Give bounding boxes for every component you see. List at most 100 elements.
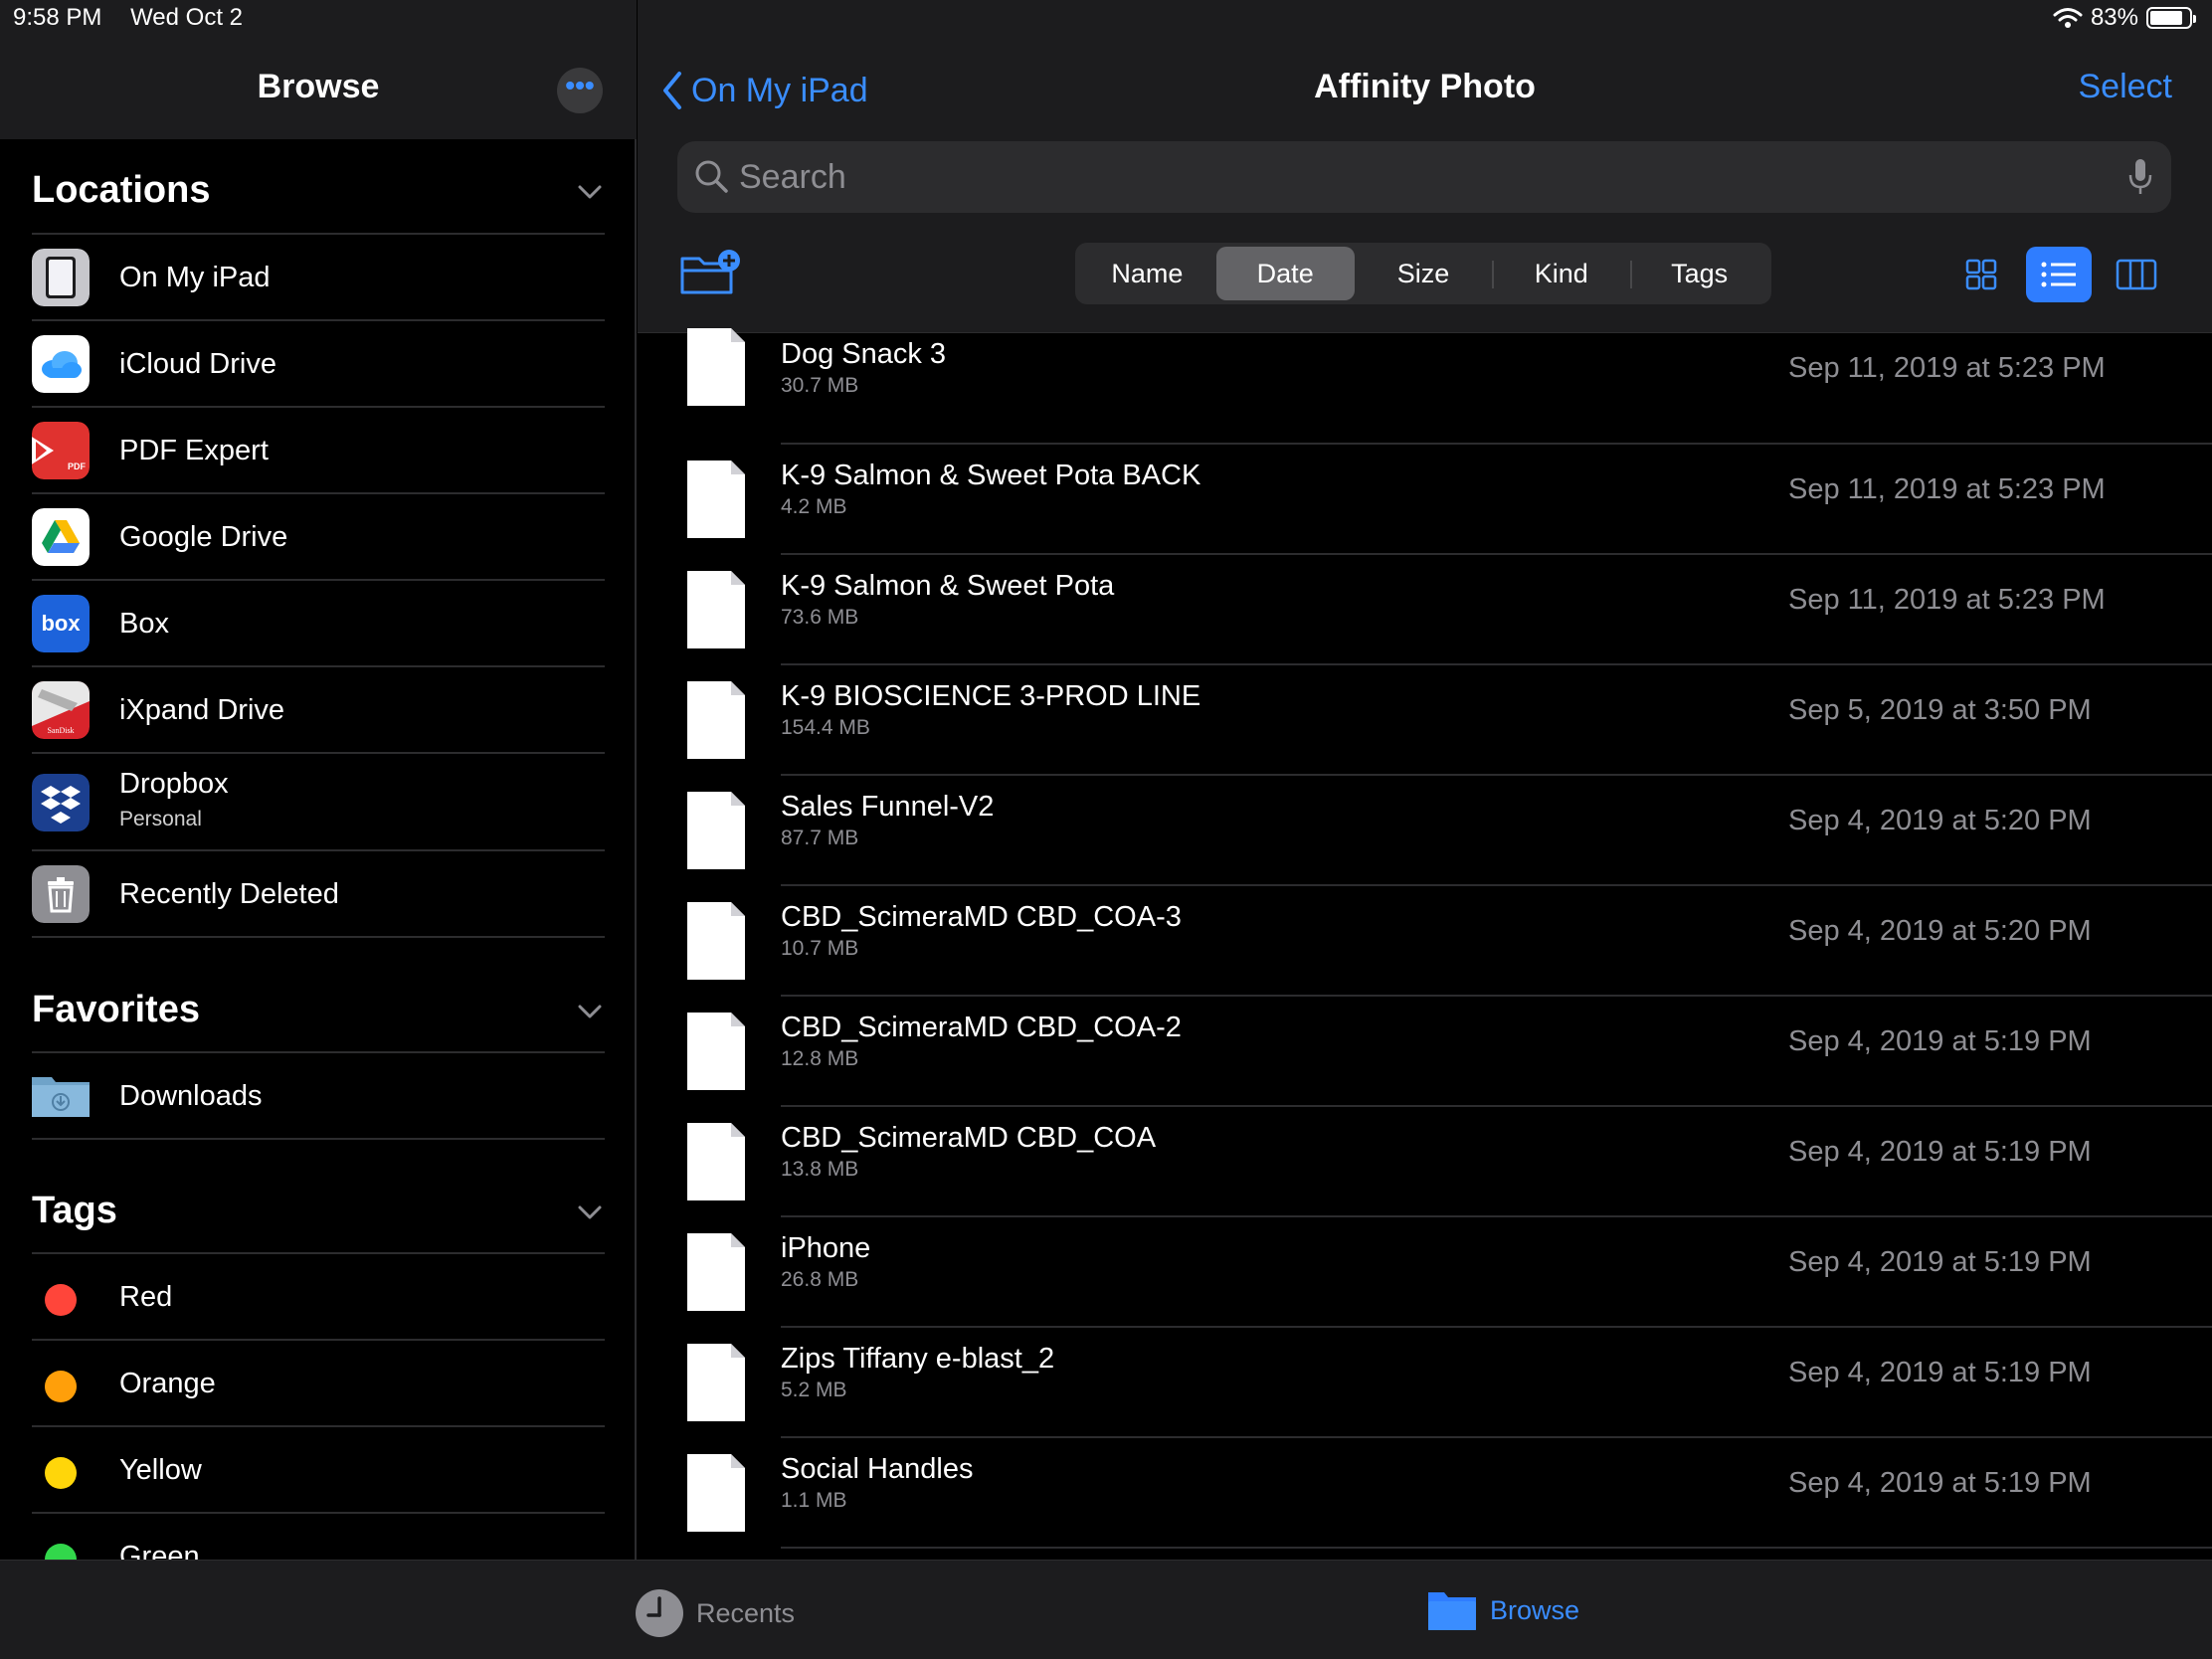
document-icon: [687, 1123, 745, 1200]
sidebar-item-ixpand-drive[interactable]: SanDisk iXpand Drive: [32, 667, 605, 754]
document-icon: [687, 571, 745, 648]
tab-recents[interactable]: Recents: [635, 1588, 795, 1638]
row-divider: [781, 1547, 2212, 1549]
icon-view-button[interactable]: [1948, 247, 2014, 302]
sidebar-item-label: Green: [119, 1541, 200, 1560]
battery-level: [2150, 11, 2182, 25]
file-date: Sep 4, 2019 at 5:19 PM: [1788, 1246, 2092, 1278]
green-tag-dot-icon: [45, 1544, 77, 1560]
select-button[interactable]: Select: [2079, 68, 2173, 106]
sidebar: Browse ••• Locations On My iPad iCloud D…: [0, 0, 637, 1560]
list-view-button[interactable]: [2026, 247, 2092, 302]
file-row[interactable]: Sales Funnel-V2 87.7 MB Sep 4, 2019 at 5:2…: [638, 776, 2212, 886]
file-row[interactable]: CBD_ScimeraMD CBD_COA-2 12.8 MB Sep 4, 201…: [638, 997, 2212, 1107]
file-size: 154.4 MB: [781, 716, 870, 739]
box-icon: box: [32, 595, 90, 652]
sidebar-item-google-drive[interactable]: Google Drive: [32, 494, 605, 581]
trash-icon: [32, 865, 90, 923]
search-icon: [695, 160, 728, 193]
favorites-collapse-chevron-icon[interactable]: [577, 999, 603, 1024]
sidebar-item-label: Yellow: [119, 1454, 202, 1486]
file-row[interactable]: Social Handles 1.1 MB Sep 4, 2019 at 5:19 …: [638, 1438, 2212, 1549]
search-input[interactable]: [737, 141, 2090, 213]
svg-text:PDF: PDF: [68, 461, 87, 471]
locations-section-title: Locations: [32, 169, 211, 211]
file-name: K-9 Salmon & Sweet Pota: [781, 570, 1115, 602]
file-date: Sep 4, 2019 at 5:20 PM: [1788, 915, 2092, 947]
sidebar-item-tag-green[interactable]: Green: [32, 1514, 605, 1560]
page-title: Affinity Photo: [1314, 68, 1536, 105]
sidebar-item-pdf-expert[interactable]: PDF PDF Expert: [32, 408, 605, 494]
svg-text:SanDisk: SanDisk: [47, 726, 74, 735]
sidebar-item-label: iXpand Drive: [119, 694, 285, 726]
file-date: Sep 5, 2019 at 3:50 PM: [1788, 694, 2092, 726]
file-name: K-9 BIOSCIENCE 3-PROD LINE: [781, 680, 1201, 712]
favorites-section-title: Favorites: [32, 989, 200, 1030]
new-folder-icon[interactable]: [679, 249, 741, 296]
file-size: 87.7 MB: [781, 827, 859, 849]
sort-by-tags-button[interactable]: Tags: [1630, 247, 1768, 300]
tab-recents-label: Recents: [696, 1597, 796, 1628]
search-bar[interactable]: [677, 141, 2171, 213]
file-date: Sep 11, 2019 at 5:23 PM: [1788, 473, 2106, 505]
file-name: iPhone: [781, 1232, 871, 1264]
sidebar-item-label: On My iPad: [119, 262, 271, 293]
sidebar-item-label: Downloads: [119, 1080, 263, 1112]
document-icon: [687, 328, 745, 406]
battery-percent: 83%: [2090, 4, 2138, 31]
file-size: 5.2 MB: [781, 1379, 847, 1401]
sidebar-item-sublabel: Personal: [119, 808, 202, 830]
file-row[interactable]: CBD_ScimeraMD CBD_COA 13.8 MB Sep 4, 2019 …: [638, 1107, 2212, 1217]
sidebar-item-on-my-ipad[interactable]: On My iPad: [32, 235, 605, 321]
file-row[interactable]: K-9 Salmon & Sweet Pota 73.6 MB Sep 11, 20…: [638, 555, 2212, 665]
more-options-button[interactable]: •••: [557, 68, 603, 113]
tab-browse[interactable]: Browse: [1426, 1588, 1579, 1632]
sidebar-item-downloads[interactable]: Downloads: [32, 1053, 605, 1140]
sort-segmented-control: Name Date Size Kind Tags: [1075, 243, 1771, 304]
sidebar-item-dropbox[interactable]: Dropbox Personal: [32, 754, 605, 851]
locations-collapse-chevron-icon[interactable]: [577, 179, 603, 205]
status-bar-left: 9:58 PM Wed Oct 2: [13, 4, 243, 32]
document-icon: [687, 1344, 745, 1421]
file-date: Sep 11, 2019 at 5:23 PM: [1788, 584, 2106, 616]
file-row[interactable]: iPhone 26.8 MB Sep 4, 2019 at 5:19 PM: [638, 1217, 2212, 1328]
file-row[interactable]: CBD_ScimeraMD CBD_COA-3 10.7 MB Sep 4, 201…: [638, 886, 2212, 997]
sidebar-item-tag-red[interactable]: Red: [32, 1254, 605, 1341]
sidebar-item-icloud-drive[interactable]: iCloud Drive: [32, 321, 605, 408]
tab-bar: Recents Browse: [0, 1560, 2212, 1659]
file-size: 1.1 MB: [781, 1489, 847, 1512]
tab-browse-label: Browse: [1490, 1594, 1580, 1625]
ixpand-icon: SanDisk: [32, 681, 90, 739]
sidebar-item-tag-orange[interactable]: Orange: [32, 1341, 605, 1427]
file-size: 26.8 MB: [781, 1268, 859, 1291]
status-bar-right: 83%: [2053, 4, 2196, 32]
file-row[interactable]: Dog Snack 3 30.7 MB Sep 11, 2019 at 5:23 P…: [638, 328, 2212, 445]
column-view-button[interactable]: [2104, 247, 2169, 302]
file-row[interactable]: K-9 BIOSCIENCE 3-PROD LINE 154.4 MB Sep 5,…: [638, 665, 2212, 776]
grid-icon: [1965, 259, 1997, 290]
sort-by-kind-button[interactable]: Kind: [1492, 247, 1630, 300]
file-row[interactable]: K-9 Salmon & Sweet Pota BACK 4.2 MB Sep 11…: [638, 445, 2212, 555]
file-row[interactable]: Zips Tiffany e-blast_2 5.2 MB Sep 4, 2019 …: [638, 1328, 2212, 1438]
red-tag-dot-icon: [45, 1284, 77, 1316]
sort-by-size-button[interactable]: Size: [1355, 247, 1493, 300]
columns-icon: [2116, 259, 2157, 290]
sidebar-item-tag-yellow[interactable]: Yellow: [32, 1427, 605, 1514]
microphone-icon[interactable]: [2127, 157, 2153, 197]
main-header: On My iPad Affinity Photo Select Name: [638, 0, 2212, 333]
tags-section-title: Tags: [32, 1190, 117, 1231]
sort-by-name-button[interactable]: Name: [1078, 247, 1216, 300]
tags-collapse-chevron-icon[interactable]: [577, 1199, 603, 1225]
sidebar-item-label: Dropbox: [119, 768, 229, 800]
sidebar-item-box[interactable]: box Box: [32, 581, 605, 667]
file-name: CBD_ScimeraMD CBD_COA-3: [781, 901, 1182, 933]
file-date: Sep 4, 2019 at 5:20 PM: [1788, 805, 2092, 836]
sidebar-item-label: Red: [119, 1281, 173, 1313]
sidebar-item-recently-deleted[interactable]: Recently Deleted: [32, 851, 605, 938]
file-date: Sep 4, 2019 at 5:19 PM: [1788, 1357, 2092, 1388]
status-time: 9:58 PM: [13, 4, 102, 31]
sort-by-date-button[interactable]: Date: [1215, 247, 1355, 300]
orange-tag-dot-icon: [45, 1371, 77, 1402]
file-size: 73.6 MB: [781, 606, 859, 629]
ipad-icon: [32, 249, 90, 306]
